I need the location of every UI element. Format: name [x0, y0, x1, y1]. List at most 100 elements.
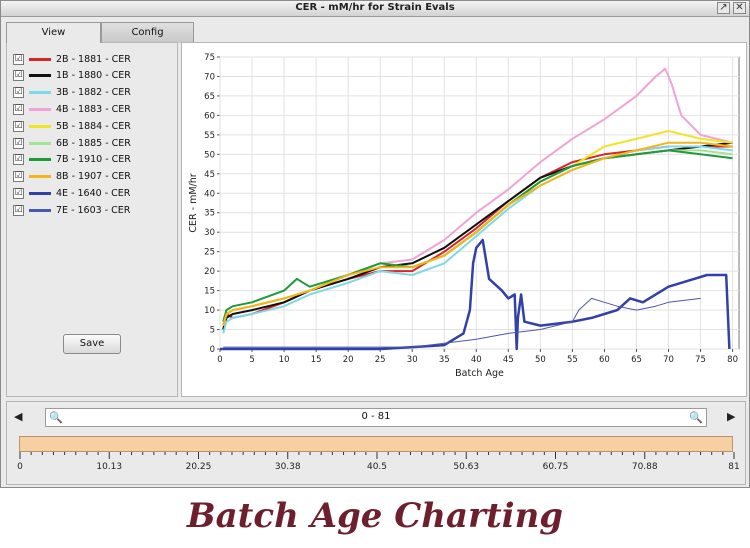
navigator-tick-label: 50.63: [453, 462, 479, 472]
legend-item[interactable]: ☑ 6B - 1885 - CER: [13, 136, 131, 150]
title-bar: CER - mM/hr for Strain Evals ↗ ✕: [1, 1, 749, 17]
legend-swatch: [29, 57, 51, 61]
x-tick-label: 65: [631, 355, 642, 365]
navigator-tick-label: 70.88: [632, 462, 658, 472]
legend-swatch: [29, 91, 51, 95]
x-tick-label: 40: [471, 355, 482, 365]
legend-item[interactable]: ☑ 2B - 1881 - CER: [13, 52, 131, 66]
legend-swatch: [29, 191, 51, 195]
legend-swatch: [29, 208, 51, 212]
x-tick-label: 20: [343, 355, 354, 365]
legend-item[interactable]: ☑ 8B - 1907 - CER: [13, 170, 131, 184]
navigator-tick-label: 81: [728, 462, 739, 472]
legend-checkbox[interactable]: ☑: [13, 137, 24, 149]
range-text: 0 - 81: [361, 411, 391, 422]
legend-label: 6B - 1885 - CER: [56, 137, 131, 149]
navigator-tick-label: 60.75: [543, 462, 569, 472]
range-slider[interactable]: [19, 436, 733, 452]
restore-button[interactable]: ↗: [717, 2, 730, 14]
x-tick-label: 45: [503, 355, 514, 365]
scroll-right-arrow[interactable]: ▶: [727, 410, 735, 423]
legend-item[interactable]: ☑ 7B - 1910 - CER: [13, 153, 131, 167]
legend-label: 4B - 1883 - CER: [56, 103, 131, 115]
legend-item[interactable]: ☑ 4E - 1640 - CER: [13, 186, 130, 200]
x-tick-label: 80: [727, 355, 738, 365]
legend-swatch: [29, 124, 51, 128]
y-axis-label: CER - mM/hr: [188, 173, 199, 232]
x-tick-label: 25: [375, 355, 386, 365]
legend-label: 2B - 1881 - CER: [56, 53, 131, 65]
legend-label: 4E - 1640 - CER: [56, 187, 131, 199]
window-title: CER - mM/hr for Strain Evals: [295, 2, 455, 13]
legend-swatch: [29, 74, 51, 78]
y-tick-label: 35: [204, 209, 215, 219]
y-tick-label: 65: [204, 92, 215, 102]
legend-checkbox[interactable]: ☑: [13, 187, 24, 199]
chart-window: CER - mM/hr for Strain Evals ↗ ✕ View Co…: [0, 0, 750, 488]
legend-label: 7B - 1910 - CER: [56, 154, 131, 166]
x-axis-label: Batch Age: [455, 368, 504, 379]
legend-checkbox[interactable]: ☑: [13, 154, 24, 166]
y-tick-label: 40: [204, 189, 215, 199]
legend-checkbox[interactable]: ☑: [13, 120, 24, 132]
legend-swatch: [29, 141, 51, 145]
y-tick-label: 10: [204, 306, 215, 316]
line-chart: 0 5 10 15 20 25 30 35 40 45 50 55 60 65 70 75 0 5 10 15 20 25…: [188, 53, 740, 379]
navigator-tick-label: 20.25: [186, 462, 212, 472]
tab-config[interactable]: Config: [101, 22, 194, 43]
close-button[interactable]: ✕: [733, 2, 746, 14]
tab-view[interactable]: View: [6, 22, 101, 43]
navigator-tick-label: 10.13: [96, 462, 122, 472]
legend-panel: ☑ 2B - 1881 - CER ☑ 1B - 1880 - CER ☑ 3B - 18…: [6, 42, 178, 397]
legend-swatch: [29, 107, 51, 111]
y-tick-label: 30: [204, 228, 215, 238]
legend-label: 1B - 1880 - CER: [56, 70, 131, 82]
navigator-tick-label: 0: [17, 462, 23, 472]
y-tick-label: 20: [204, 267, 215, 277]
x-tick-label: 70: [663, 355, 674, 365]
x-tick-label: 75: [695, 355, 706, 365]
x-tick-label: 35: [439, 355, 450, 365]
y-tick-label: 45: [204, 170, 215, 180]
legend-checkbox[interactable]: ☑: [13, 171, 24, 183]
legend-checkbox[interactable]: ☑: [13, 70, 24, 82]
navigator-tick-label: 30.38: [275, 462, 301, 472]
caption: Batch Age Charting: [186, 496, 564, 536]
legend-item[interactable]: ☑ 4B - 1883 - CER: [13, 102, 131, 116]
y-tick-label: 55: [204, 131, 215, 141]
x-tick-label: 5: [249, 355, 254, 365]
range-axis: 0 10.13 20.25 30.38 40.5 50.63 60.75 70.88 81: [17, 452, 740, 472]
x-tick-label: 10: [279, 355, 290, 365]
legend-item[interactable]: ☑ 1B - 1880 - CER: [13, 69, 131, 83]
y-tick-label: 60: [204, 111, 215, 121]
legend-item[interactable]: ☑ 5B - 1884 - CER: [13, 119, 131, 133]
legend-item[interactable]: ☑ 3B - 1882 - CER: [13, 86, 131, 100]
y-tick-label: 25: [204, 248, 215, 258]
legend-swatch: [29, 158, 51, 162]
x-tick-label: 30: [407, 355, 418, 365]
legend-checkbox[interactable]: ☑: [13, 87, 24, 99]
x-tick-label: 15: [311, 355, 322, 365]
y-tick-label: 70: [204, 72, 215, 82]
scroll-left-arrow[interactable]: ◀: [14, 410, 22, 423]
range-field[interactable]: 🔍 0 - 81 🔍: [45, 408, 707, 427]
navigator-tick-label: 40.5: [367, 462, 387, 472]
x-tick-label: 0: [217, 355, 222, 365]
zoom-in-icon[interactable]: 🔍: [689, 411, 703, 424]
legend-label: 3B - 1882 - CER: [56, 87, 131, 99]
range-navigator: ◀ 🔍 0 - 81 🔍 ▶ 0 10.13 20.25 30.38 40.5 50.63…: [6, 401, 746, 485]
plot-area: [219, 56, 740, 350]
y-tick-label: 5: [210, 326, 215, 336]
y-tick-label: 75: [204, 53, 215, 63]
legend-checkbox[interactable]: ☑: [13, 204, 24, 216]
chart-panel: 0 5 10 15 20 25 30 35 40 45 50 55 60 65 70 75 0 5 10 15 20 25…: [181, 42, 747, 397]
y-tick-label: 50: [204, 150, 215, 160]
x-tick-label: 50: [535, 355, 546, 365]
legend-item[interactable]: ☑ 7E - 1603 - CER: [13, 203, 130, 217]
x-tick-label: 60: [599, 355, 610, 365]
save-button[interactable]: Save: [63, 334, 121, 354]
legend-label: 8B - 1907 - CER: [56, 171, 131, 183]
legend-checkbox[interactable]: ☑: [13, 103, 24, 115]
y-tick-label: 15: [204, 287, 215, 297]
legend-checkbox[interactable]: ☑: [13, 53, 24, 65]
